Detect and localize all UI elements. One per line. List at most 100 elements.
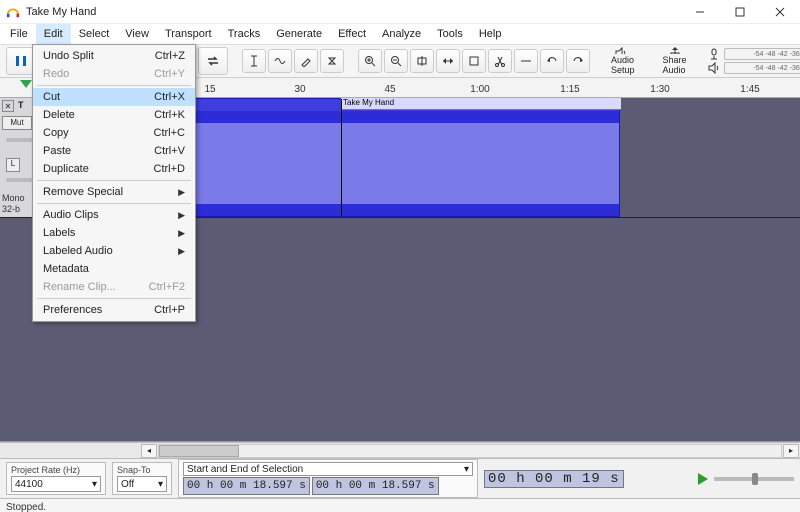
ruler-tick: 45 (384, 84, 395, 95)
window-close-button[interactable] (760, 0, 800, 24)
audio-clip[interactable]: Take My Hand (140, 98, 620, 217)
play-at-speed-button[interactable] (698, 473, 708, 485)
edit-menu-item-cut[interactable]: CutCtrl+X (33, 88, 195, 106)
selection-tool-button[interactable] (242, 49, 266, 73)
draw-tool-button[interactable] (294, 49, 318, 73)
silence-button[interactable] (514, 49, 538, 73)
snap-to-select[interactable]: Off▾ (117, 476, 167, 492)
pan-l-indicator: L (6, 158, 20, 172)
edit-menu-item-copy[interactable]: CopyCtrl+C (33, 124, 195, 142)
edit-menu-item-preferences[interactable]: PreferencesCtrl+P (33, 301, 195, 319)
playhead-marker-icon[interactable] (20, 80, 32, 88)
audio-setup-button[interactable]: Audio Setup (604, 46, 642, 76)
title-bar: Take My Hand (0, 0, 800, 24)
zoom-out-button[interactable] (384, 49, 408, 73)
app-logo-icon (6, 5, 20, 19)
edit-menu-item-labeled-audio[interactable]: Labeled Audio▶ (33, 242, 195, 260)
edit-menu-item-paste[interactable]: PasteCtrl+V (33, 142, 195, 160)
edit-menu-dropdown[interactable]: Undo SplitCtrl+ZRedoCtrl+Y CutCtrl+XDelet… (32, 44, 196, 322)
menu-separator (37, 85, 191, 86)
zoom-toggle-button[interactable] (462, 49, 486, 73)
clip-title[interactable]: Take My Hand (341, 98, 621, 110)
selection-start-time[interactable]: 00 h 00 m 18.597 s (183, 477, 310, 495)
menu-transport[interactable]: Transport (157, 24, 220, 44)
share-icon (668, 47, 682, 54)
fit-selection-button[interactable] (410, 49, 434, 73)
edit-menu-item-duplicate[interactable]: DuplicateCtrl+D (33, 160, 195, 178)
status-bar: Stopped. (0, 498, 800, 512)
undo-button[interactable] (540, 49, 564, 73)
selection-box: Start and End of Selection▾ 00 h 00 m 18… (178, 459, 478, 498)
loop-button[interactable] (198, 47, 228, 75)
mute-button[interactable]: Mut (2, 116, 32, 130)
edit-menu-item-rename-clip-: Rename Clip...Ctrl+F2 (33, 278, 195, 296)
track-title: T (18, 100, 24, 110)
horizontal-scrollbar[interactable]: ◂ ▸ (0, 442, 800, 458)
window-minimize-button[interactable] (680, 0, 720, 24)
speaker-gear-icon (615, 47, 631, 54)
menu-bar: FileEditSelectViewTransportTracksGenerat… (0, 24, 800, 44)
trim-button[interactable] (488, 49, 512, 73)
scroll-thumb[interactable] (159, 445, 239, 457)
edit-menu-item-audio-clips[interactable]: Audio Clips▶ (33, 206, 195, 224)
menu-analyze[interactable]: Analyze (374, 24, 429, 44)
ruler-tick: 1:00 (470, 84, 489, 95)
playback-meter[interactable]: -54-48-42-36-30-24-18-12-6 (724, 62, 800, 74)
menu-separator (37, 180, 191, 181)
track-waveform-area[interactable]: Take My Hand (140, 98, 800, 217)
chevron-down-icon: ▾ (92, 479, 97, 490)
edit-menu-item-remove-special[interactable]: Remove Special▶ (33, 183, 195, 201)
menu-tracks[interactable]: Tracks (220, 24, 269, 44)
scroll-track[interactable] (158, 444, 782, 458)
split-line (341, 99, 342, 216)
menu-help[interactable]: Help (471, 24, 510, 44)
scroll-left-button[interactable]: ◂ (141, 444, 157, 458)
playback-speed-slider[interactable] (714, 477, 794, 481)
edit-menu-item-labels[interactable]: Labels▶ (33, 224, 195, 242)
share-audio-button[interactable]: Share Audio (656, 46, 694, 76)
menu-file[interactable]: File (2, 24, 36, 44)
fit-project-button[interactable] (436, 49, 460, 73)
project-rate-select[interactable]: 44100▾ (11, 476, 101, 492)
snap-to-label: Snap-To (117, 465, 167, 475)
window-title: Take My Hand (26, 6, 96, 18)
share-audio-label: Share Audio (663, 55, 687, 75)
menu-edit[interactable]: Edit (36, 24, 71, 44)
recording-meter[interactable]: -54-48-42-36-30-24-18-12-6 (724, 48, 800, 60)
menu-effect[interactable]: Effect (330, 24, 374, 44)
menu-select[interactable]: Select (71, 24, 118, 44)
status-text: Stopped. (6, 502, 46, 512)
envelope-tool-button[interactable] (268, 49, 292, 73)
project-rate-box: Project Rate (Hz) 44100▾ (6, 462, 106, 495)
audio-position-display[interactable]: 00 h 00 m 19 s (484, 470, 624, 488)
menu-tools[interactable]: Tools (429, 24, 471, 44)
mic-icon[interactable] (708, 48, 720, 60)
scroll-right-button[interactable]: ▸ (783, 444, 799, 458)
zoom-in-button[interactable] (358, 49, 382, 73)
chevron-down-icon: ▾ (158, 479, 163, 490)
redo-button[interactable] (566, 49, 590, 73)
submenu-arrow-icon: ▶ (178, 210, 185, 221)
multi-tool-button[interactable] (320, 49, 344, 73)
chevron-down-icon: ▾ (464, 464, 469, 475)
speaker-icon[interactable] (708, 62, 720, 74)
ruler-tick: 1:45 (740, 84, 759, 95)
selection-end-time[interactable]: 00 h 00 m 18.597 s (312, 477, 439, 495)
project-rate-label: Project Rate (Hz) (11, 465, 101, 475)
submenu-arrow-icon: ▶ (178, 187, 185, 198)
menu-separator (37, 298, 191, 299)
menu-generate[interactable]: Generate (268, 24, 330, 44)
window-maximize-button[interactable] (720, 0, 760, 24)
edit-menu-item-redo: RedoCtrl+Y (33, 65, 195, 83)
track-format-info: Mono 32-b (2, 193, 25, 215)
track-close-button[interactable]: ✕ (2, 100, 14, 112)
ruler-tick: 1:15 (560, 84, 579, 95)
ruler-tick: 15 (204, 84, 215, 95)
ruler-tick: 1:30 (650, 84, 669, 95)
edit-menu-item-delete[interactable]: DeleteCtrl+K (33, 106, 195, 124)
edit-menu-item-metadata[interactable]: Metadata (33, 260, 195, 278)
selection-toolbar: Project Rate (Hz) 44100▾ Snap-To Off▾ St… (0, 458, 800, 498)
selection-mode-select[interactable]: Start and End of Selection▾ (183, 462, 473, 476)
edit-menu-item-undo-split[interactable]: Undo SplitCtrl+Z (33, 47, 195, 65)
menu-view[interactable]: View (117, 24, 157, 44)
